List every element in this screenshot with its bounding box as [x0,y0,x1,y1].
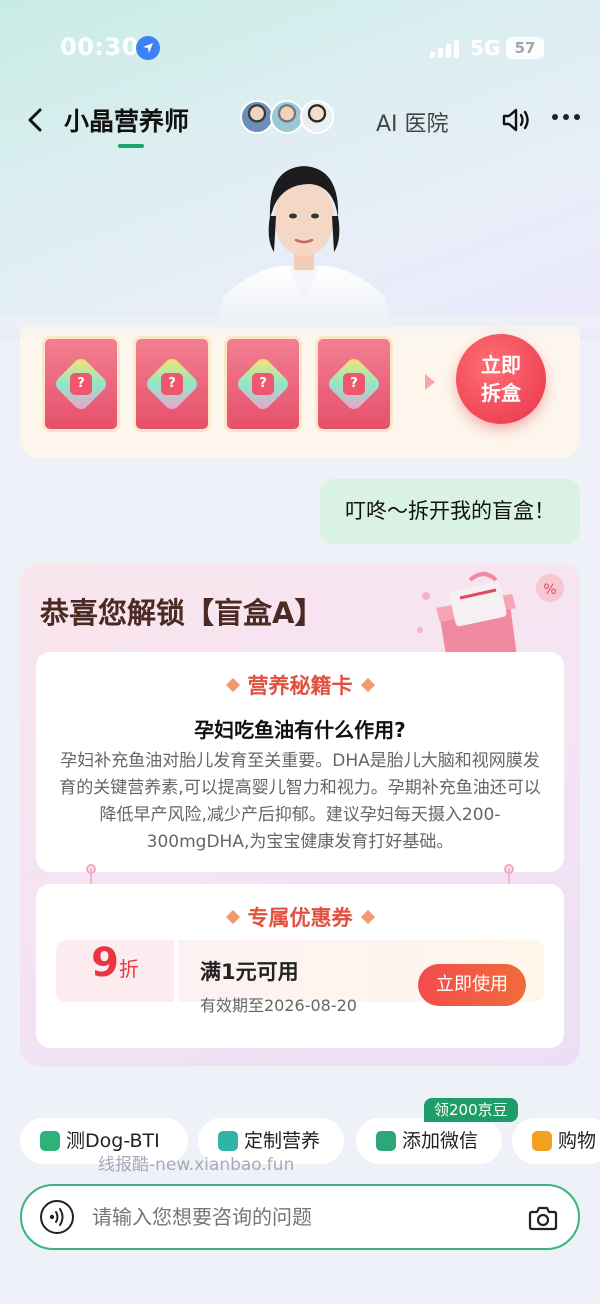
location-arrow-icon [136,36,160,60]
doctor-avatars[interactable] [240,100,336,136]
open-box-button[interactable]: 立即 拆盒 [456,334,546,424]
blind-box-card: ? ? ? ? 立即 拆盒 [0,316,600,458]
tip-answer: 孕妇补充鱼油对胎儿发育至关重要。DHA是胎儿大脑和视网膜发育的关键营养素,可以提… [59,751,541,852]
tip-question: 孕妇吃鱼油有什么作用? [194,718,406,742]
discount-value: 9 [91,940,119,986]
nutrition-tip-card: 营养秘籍卡 孕妇吃鱼油有什么作用? 孕妇补充鱼油对胎儿发育至关重要。DHA是胎儿… [36,652,564,872]
coupon-expiry: 有效期至2026-08-20 [200,996,357,1015]
doctor-portrait [214,156,394,332]
coupon-discount: 9折 [56,940,174,1002]
crown-icon [376,1131,396,1151]
voice-input-icon[interactable] [40,1200,74,1234]
wechat-reward-badge: 领200京豆 [424,1098,518,1122]
tab-nutritionist[interactable]: 小晶营养师 [64,102,189,138]
coupon-card: 专属优惠券 9折 满1元可用 有效期至2026-08-20 立即使用 [36,884,564,1048]
watermark: 线报酷-new.xianbao.fun [98,1155,295,1175]
battery-icon: 57 [506,37,544,59]
active-tab-indicator [118,144,144,148]
camera-icon[interactable] [528,1204,558,1232]
tip-heading: 营养秘籍卡 [36,670,564,700]
chat-icon [40,1131,60,1151]
coupon-details: 满1元可用 有效期至2026-08-20 立即使用 [178,940,544,1015]
coupon-heading: 专属优惠券 [36,902,564,932]
blind-box-ticket[interactable]: ? [133,336,211,432]
speaker-icon[interactable] [500,106,532,134]
nav-bar: 小晶营养师 AI 医院 [0,96,600,156]
signal-icon [430,40,462,58]
user-message-bubble: 叮咚～拆开我的盲盒！ [320,479,580,544]
avatar [270,100,304,134]
result-title: 恭喜您解锁【盲盒A】 [40,596,324,630]
chat-input-bar [20,1184,580,1250]
discount-unit: 折 [118,957,139,981]
status-time: 00:30 [60,33,139,61]
unlock-result-card: 恭喜您解锁【盲盒A】 % 营养秘籍卡 孕妇吃鱼油有什么作用? 孕妇补充鱼油对胎儿… [20,564,580,1066]
network-type: 5G [470,36,501,60]
coupon: 9折 满1元可用 有效期至2026-08-20 立即使用 [56,940,544,1015]
use-coupon-button[interactable]: 立即使用 [418,964,526,1006]
tab-ai-hospital[interactable]: AI 医院 [376,106,449,138]
avatar [240,100,274,134]
question-input[interactable] [92,1205,492,1229]
arrow-right-icon [425,374,435,390]
more-icon[interactable] [552,112,582,122]
quick-action-shopping[interactable]: 购物 [512,1118,600,1164]
status-bar: 00:30 5G 57 [0,0,600,96]
blind-box-ticket[interactable]: ? [42,336,120,432]
blind-box-ticket[interactable]: ? [224,336,302,432]
blind-box-ticket[interactable]: ? [315,336,393,432]
quick-action-add-wechat[interactable]: 添加微信 [356,1118,502,1164]
coupon-condition: 满1元可用 [200,960,299,984]
svg-text:%: % [543,582,556,598]
bag-icon [218,1131,238,1151]
avatar [300,100,334,134]
back-icon[interactable] [22,106,50,134]
cart-icon [532,1131,552,1151]
